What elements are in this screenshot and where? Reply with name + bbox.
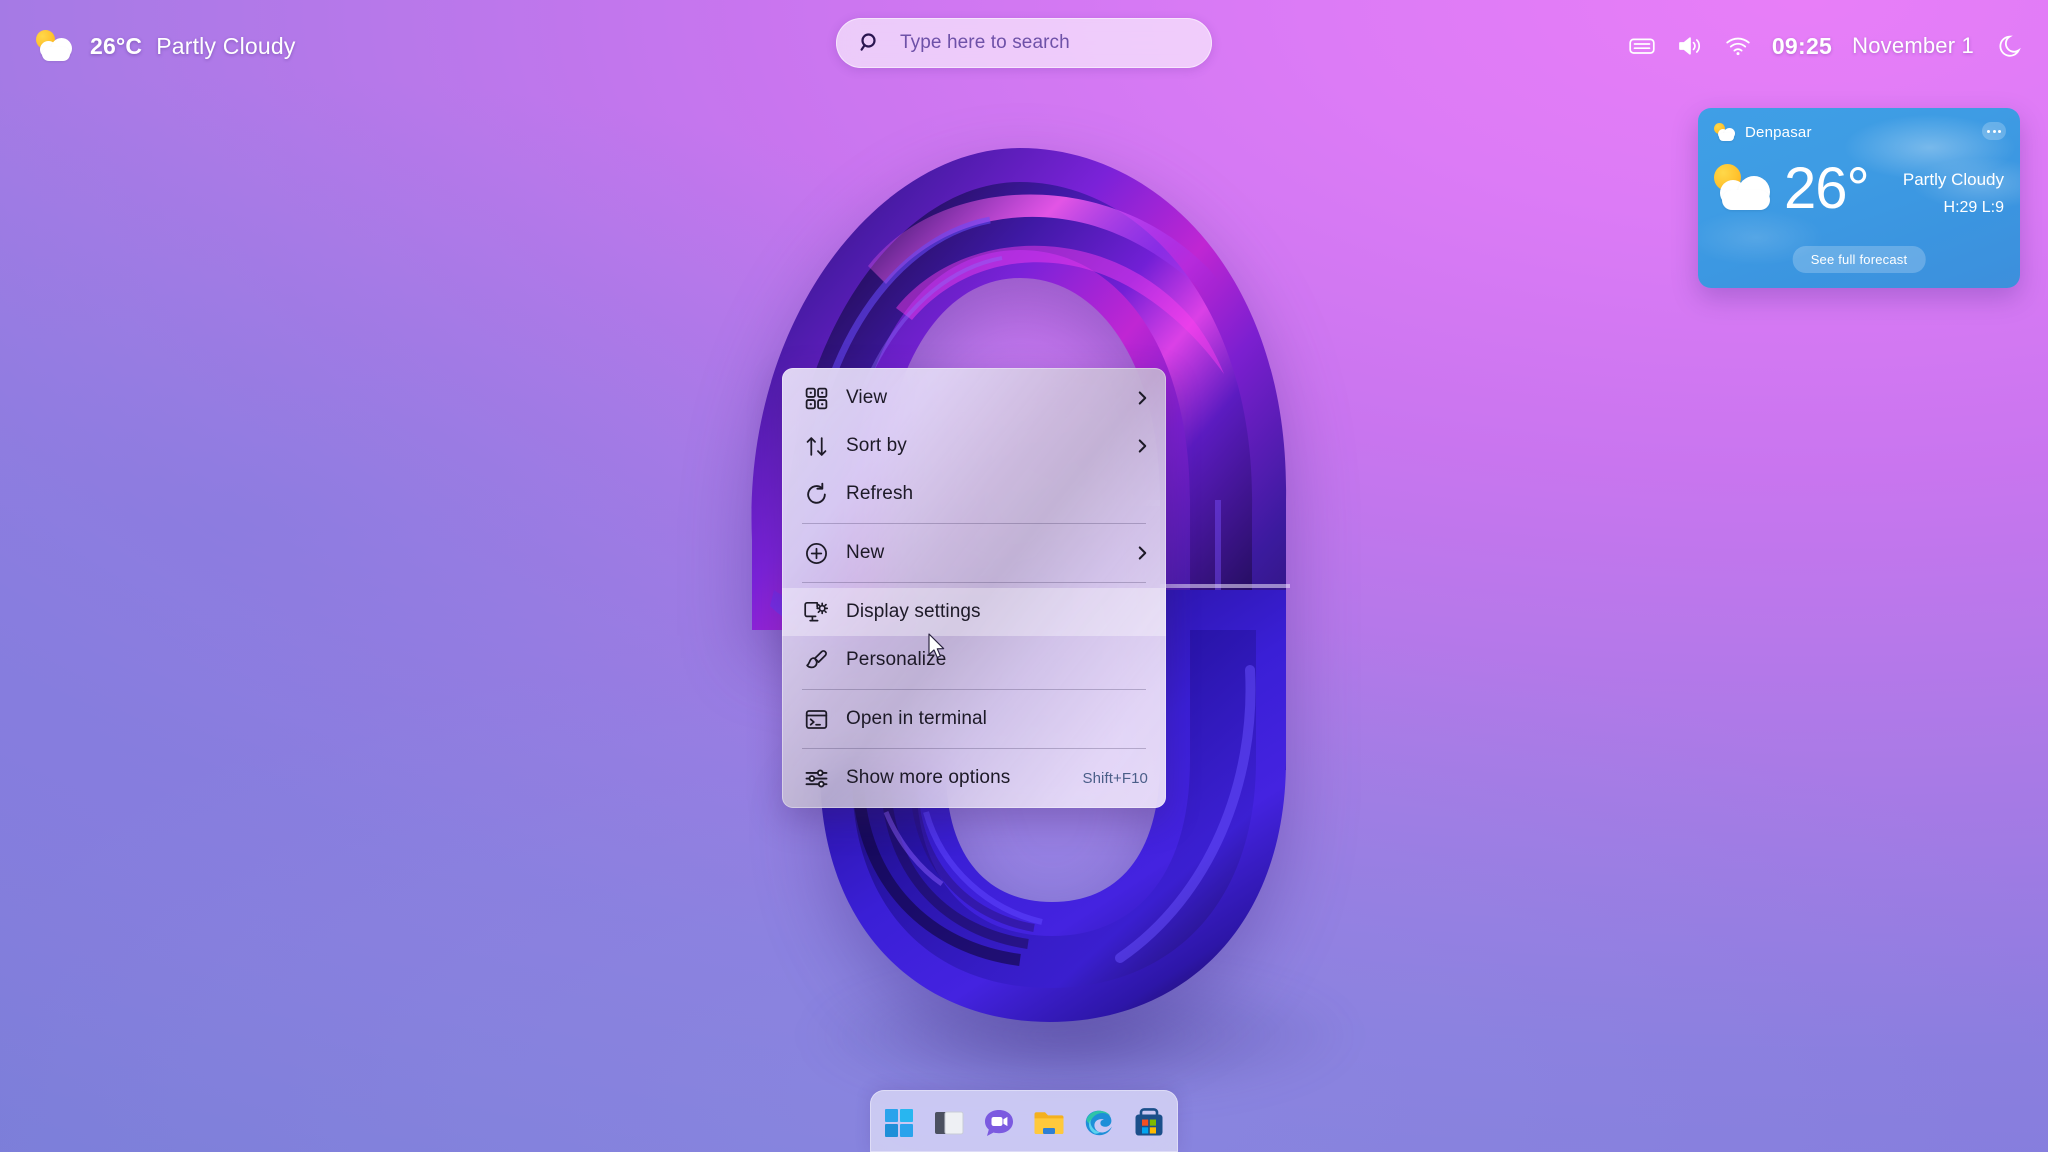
grid-view-icon (802, 384, 830, 412)
context-menu-item-label: New (846, 542, 885, 563)
context-menu-item-label: Display settings (846, 601, 981, 622)
partly-cloudy-icon (1712, 160, 1778, 218)
chat-button[interactable] (982, 1106, 1016, 1140)
store-icon (1132, 1108, 1166, 1144)
desktop[interactable]: 26°C Partly Cloudy Type here to search 0… (0, 0, 2048, 1152)
context-menu-item-label: Personalize (846, 649, 947, 670)
context-menu-item-open-in-terminal[interactable]: Open in terminal (782, 695, 1166, 743)
edge-button[interactable] (1082, 1106, 1116, 1140)
task-view-button[interactable] (932, 1106, 966, 1140)
context-menu-item-label: Refresh (846, 483, 914, 504)
context-menu-item-label: Sort by (846, 435, 907, 456)
context-menu-item-display-settings[interactable]: Display settings (782, 588, 1166, 636)
date[interactable]: November 1 (1852, 33, 1974, 59)
monitor-gear-icon (802, 598, 830, 626)
topbar-weather[interactable]: 26°C Partly Cloudy (24, 19, 306, 73)
start-button[interactable] (882, 1106, 916, 1140)
weather-widget-high-low: H:29 L:9 (1943, 199, 2004, 216)
context-menu-item-show-more-options[interactable]: Show more options Shift+F10 (782, 754, 1166, 802)
context-menu-separator (802, 523, 1146, 524)
chevron-right-icon (1137, 544, 1148, 562)
desktop-context-menu[interactable]: View Sort by Refresh New Display settings Per… (782, 368, 1166, 808)
top-bar: 26°C Partly Cloudy Type here to search 0… (0, 0, 2048, 92)
search-placeholder: Type here to search (900, 32, 1070, 53)
file-explorer-button[interactable] (1032, 1106, 1066, 1140)
context-menu-separator (802, 582, 1146, 583)
search-icon (858, 31, 882, 55)
weather-widget-details: Partly Cloudy H:29 L:9 (1903, 170, 2004, 217)
wifi-icon[interactable] (1724, 34, 1752, 58)
taskbar[interactable] (870, 1090, 1178, 1152)
context-menu-item-refresh[interactable]: Refresh (782, 470, 1166, 518)
refresh-icon (802, 480, 830, 508)
weather-widget-main: 26° (1712, 156, 1870, 221)
folder-icon (1032, 1112, 1066, 1144)
context-menu-item-shortcut: Shift+F10 (1082, 769, 1148, 787)
sort-arrows-icon (802, 432, 830, 460)
terminal-icon (802, 705, 830, 733)
topbar-condition: Partly Cloudy (156, 32, 296, 59)
paintbrush-icon (802, 646, 830, 674)
microsoft-store-button[interactable] (1132, 1106, 1166, 1140)
clock[interactable]: 09:25 (1772, 33, 1832, 60)
windows-logo-icon (882, 1109, 916, 1144)
task-view-icon (932, 1111, 966, 1144)
search-bar-container: Type here to search (836, 18, 1212, 68)
plus-circle-icon (802, 539, 830, 567)
weather-widget-temperature: 26° (1784, 156, 1870, 221)
weather-widget-city: Denpasar (1745, 123, 1812, 141)
context-menu-item-personalize[interactable]: Personalize (782, 636, 1166, 684)
context-menu-item-new[interactable]: New (782, 529, 1166, 577)
chevron-right-icon (1137, 437, 1148, 455)
context-menu-separator (802, 689, 1146, 690)
context-menu-item-label: View (846, 387, 888, 408)
keyboard-language-icon[interactable] (1628, 34, 1656, 58)
context-menu-item-label: Open in terminal (846, 708, 988, 729)
see-full-forecast-button[interactable]: See full forecast (1792, 246, 1926, 273)
sliders-icon (802, 764, 830, 792)
search-input[interactable]: Type here to search (836, 18, 1212, 68)
system-tray: 09:25 November 1 (1628, 0, 2026, 92)
partly-cloudy-icon (1714, 121, 1736, 143)
speaker-volume-icon[interactable] (1676, 34, 1704, 58)
context-menu-item-sort-by[interactable]: Sort by (782, 422, 1166, 470)
chat-video-icon (982, 1110, 1016, 1144)
topbar-temperature: 26°C (90, 32, 143, 59)
moon-icon[interactable] (1996, 31, 2026, 61)
context-menu-item-view[interactable]: View (782, 374, 1166, 422)
partly-cloudy-icon (34, 25, 76, 67)
context-menu-separator (802, 748, 1146, 749)
weather-widget[interactable]: Denpasar 26° Partly Cloudy H:29 L:9 See … (1698, 108, 2020, 288)
weather-widget-header: Denpasar (1714, 121, 1812, 143)
edge-icon (1082, 1110, 1116, 1144)
more-options-icon[interactable] (1982, 122, 2006, 140)
chevron-right-icon (1137, 389, 1148, 407)
weather-widget-condition: Partly Cloudy (1902, 170, 2004, 189)
context-menu-item-label: Show more options (846, 767, 1011, 788)
